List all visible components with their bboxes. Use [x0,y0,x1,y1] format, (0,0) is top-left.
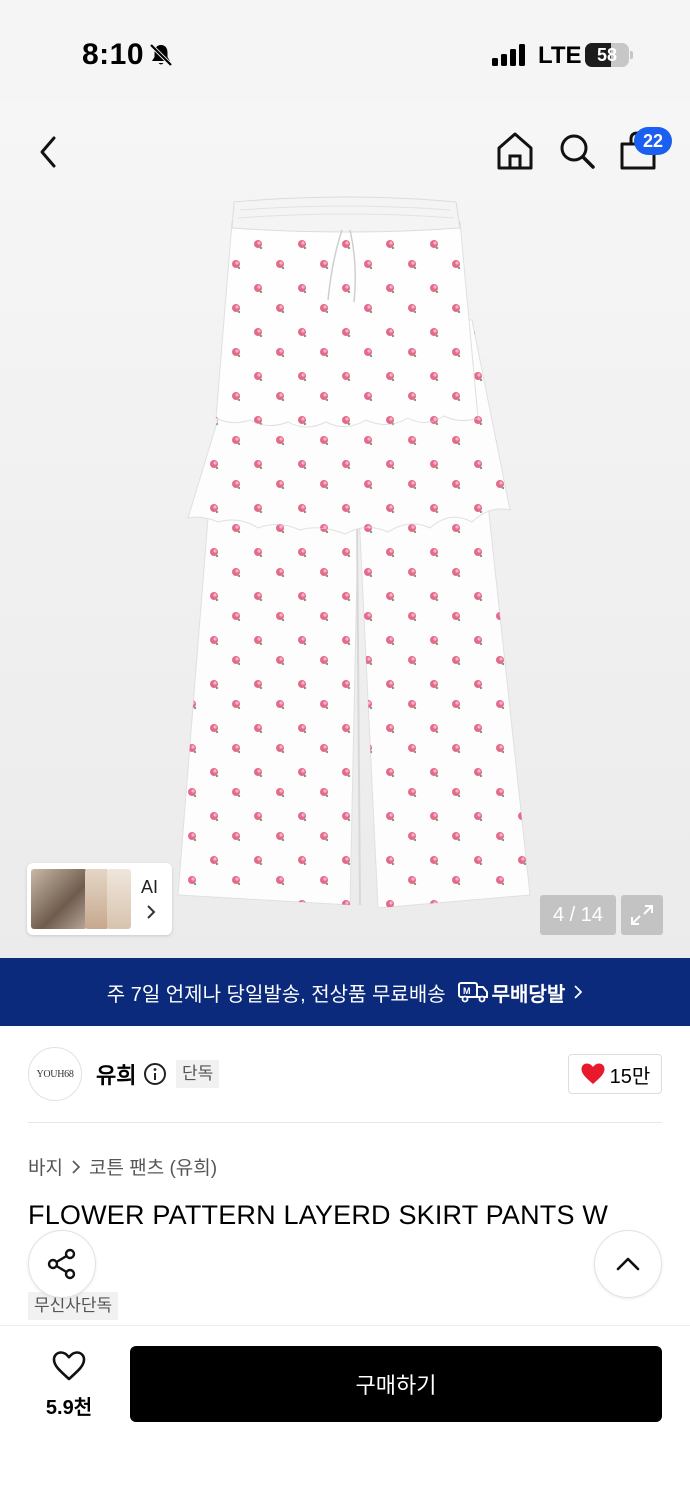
chevron-right-icon [574,985,583,999]
silent-bell-icon [149,43,173,67]
ai-thumbnail-2 [85,869,109,929]
product-image-gallery[interactable]: 22 AI 4 / 14 [0,100,690,958]
breadcrumb: 바지 코튼 팬츠 (유희) [28,1153,217,1180]
signal-bars-icon [492,44,525,66]
cart-count-badge: 22 [634,127,672,155]
free-shipping-logo-text: 무배당발 [491,983,566,1006]
brand-logo-text: YOUH68 [36,1068,74,1080]
purchase-bar: 5.9천 구매하기 [0,1325,690,1500]
status-bar: 8:10 LTE 58 [0,0,690,100]
buy-button[interactable]: 구매하기 [130,1346,662,1422]
ai-thumbnail-3 [107,869,131,929]
wishlist-button[interactable]: 5.9천 [30,1350,108,1420]
scroll-to-top-button[interactable] [594,1230,662,1298]
search-icon[interactable] [556,130,598,172]
network-type: LTE [538,42,582,69]
delivery-truck-icon: M [457,982,488,1003]
expand-button[interactable] [621,895,663,935]
image-counter: 4 / 14 [540,895,616,935]
battery-percent: 58 [596,45,618,65]
musinsa-exclusive-tag: 무신사단독 [28,1292,119,1320]
share-button[interactable] [28,1230,96,1298]
brand-name[interactable]: 유희 [96,1058,136,1090]
battery-cap [630,51,633,59]
back-arrow-icon[interactable] [34,132,64,172]
heart-outline-icon [52,1351,86,1381]
svg-text:M: M [463,986,471,996]
expand-icon [631,905,653,925]
product-title: FLOWER PATTERN LAYERD SKIRT PANTS W [28,1200,609,1230]
ai-label: AI [141,877,159,897]
brand-logo[interactable]: YOUH68 [28,1047,82,1101]
brand-like-count: 15만 [609,1065,651,1088]
status-time: 8:10 [82,38,145,71]
chevron-up-icon [616,1257,640,1271]
battery-icon: 58 [585,43,629,67]
breadcrumb-item[interactable]: 바지 [28,1153,63,1180]
ai-thumbnail-1 [31,869,87,929]
divider [28,1122,662,1123]
breadcrumb-item[interactable]: 코튼 팬츠 (유희) [89,1153,217,1180]
exclusive-badge: 단독 [176,1060,220,1088]
shipping-banner-text: 주 7일 언제나 당일발송, 전상품 무료배송 [106,983,446,1006]
product-photo [177,196,531,909]
heart-filled-icon [581,1063,605,1084]
shipping-banner[interactable]: 주 7일 언제나 당일발송, 전상품 무료배송 M 무배당발 [0,958,690,1026]
share-icon [47,1248,76,1280]
home-icon[interactable] [494,130,536,172]
brand-like-button[interactable]: 15만 [568,1054,662,1094]
info-icon[interactable] [143,1062,167,1086]
wishlist-count: 5.9천 [45,1397,93,1419]
chevron-right-icon [147,905,156,919]
free-shipping-logo: M 무배당발 [457,978,566,1007]
chevron-right-icon [72,1159,81,1174]
ai-styling-card[interactable]: AI [27,863,172,935]
